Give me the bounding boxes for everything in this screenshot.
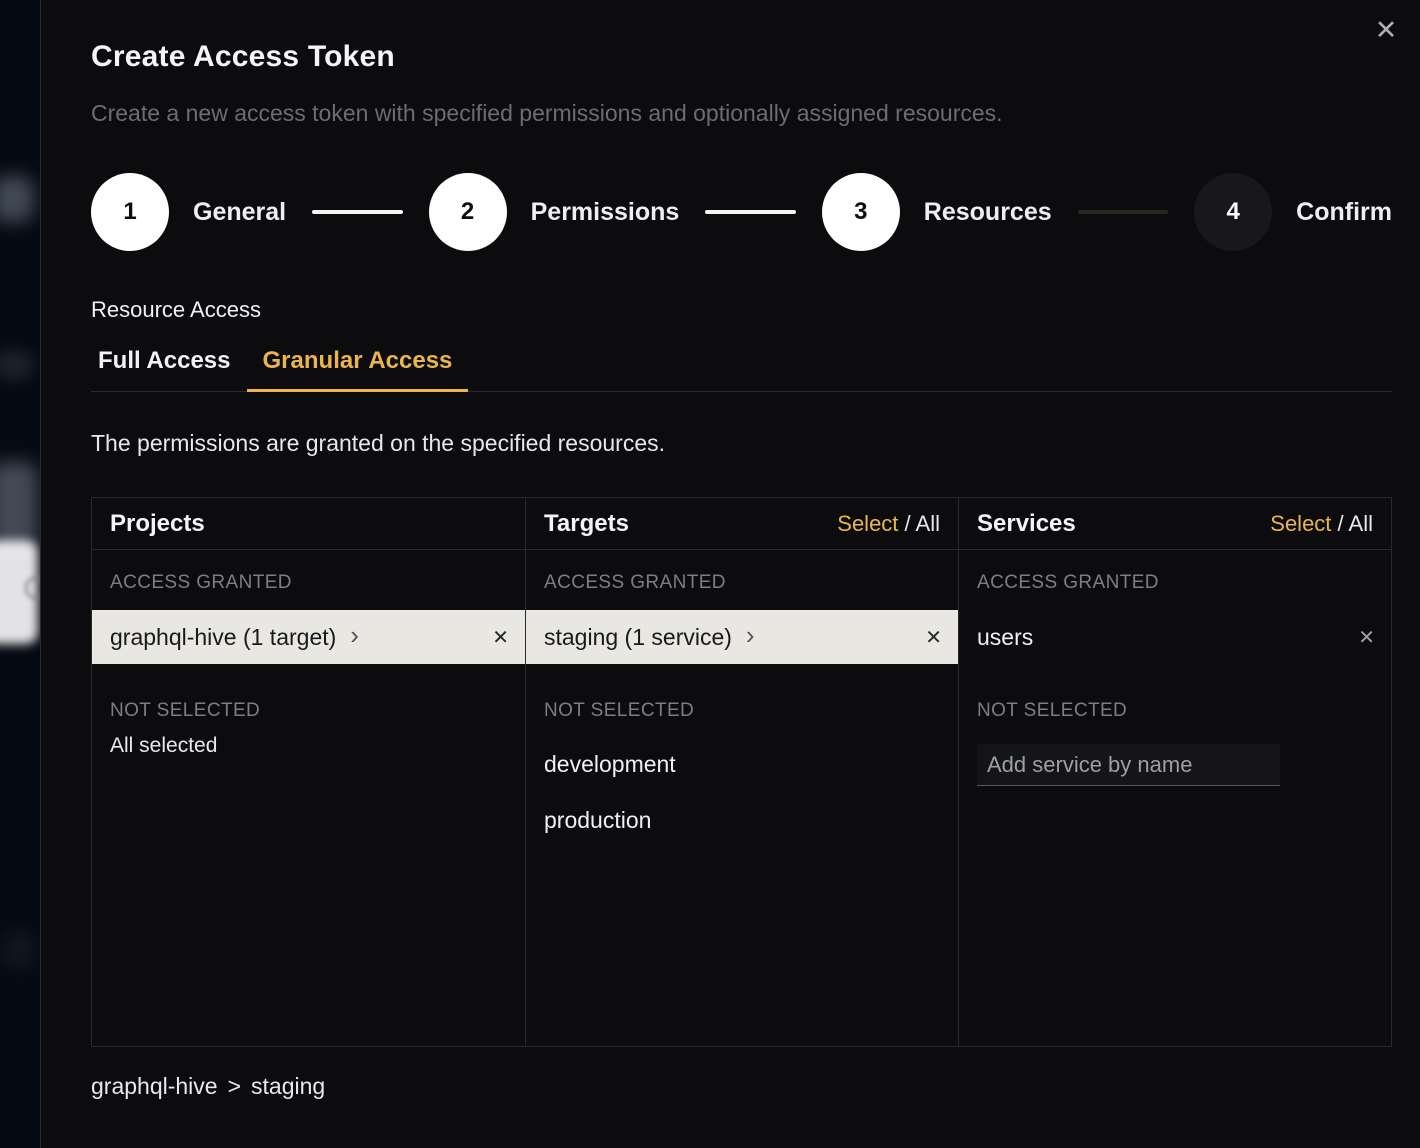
- resource-access-heading: Resource Access: [91, 297, 1392, 323]
- remove-project-icon[interactable]: ✕: [492, 625, 509, 650]
- wizard-stepper: 1 General 2 Permissions 3 Resources 4 Co…: [91, 173, 1392, 251]
- targets-unselected-list: development production: [526, 736, 958, 848]
- services-column-body: ACCESS GRANTED users ✕ NOT SELECTED: [959, 550, 1391, 786]
- background-blur-shape: [2, 930, 36, 970]
- close-icon[interactable]: ✕: [1368, 12, 1404, 48]
- background-blur-shape: [0, 176, 34, 222]
- targets-select-link[interactable]: Select: [837, 511, 898, 536]
- step-resources[interactable]: 3 Resources: [822, 173, 1052, 251]
- step-general[interactable]: 1 General: [91, 173, 286, 251]
- background-blur-shape: [0, 462, 38, 548]
- select-all-separator: /: [1331, 511, 1348, 536]
- step-connector: [1078, 210, 1169, 214]
- services-header-label: Services: [977, 510, 1076, 538]
- access-granted-label: ACCESS GRANTED: [959, 572, 1391, 594]
- targets-column-body: ACCESS GRANTED staging (1 service) › ✕ N…: [526, 550, 958, 848]
- target-item-development[interactable]: development: [526, 736, 958, 792]
- breadcrumb-target: staging: [251, 1073, 325, 1100]
- project-row-graphql-hive[interactable]: graphql-hive (1 target) › ✕: [92, 610, 525, 664]
- resource-selection-table: Projects ACCESS GRANTED graphql-hive (1 …: [91, 497, 1392, 1047]
- granular-access-description: The permissions are granted on the speci…: [91, 430, 1392, 457]
- access-granted-label: ACCESS GRANTED: [92, 572, 525, 594]
- projects-header-label: Projects: [110, 510, 205, 538]
- chevron-right-icon: ›: [746, 622, 755, 648]
- dialog-subtitle: Create a new access token with specified…: [91, 100, 1392, 127]
- targets-header-label: Targets: [544, 510, 629, 538]
- step-connector: [312, 210, 403, 214]
- targets-column-header: Targets Select / All: [526, 498, 958, 550]
- target-row-staging[interactable]: staging (1 service) › ✕: [526, 610, 958, 664]
- create-access-token-dialog: ✕ Create Access Token Create a new acces…: [40, 0, 1420, 1148]
- step-number-circle: 2: [429, 173, 507, 251]
- tab-full-access[interactable]: Full Access: [91, 347, 247, 391]
- services-column: Services Select / All ACCESS GRANTED use…: [958, 498, 1391, 1046]
- background-blur-shape: [24, 576, 41, 600]
- chevron-right-icon: ›: [350, 622, 359, 648]
- step-connector: [705, 210, 796, 214]
- targets-column: Targets Select / All ACCESS GRANTED stag…: [525, 498, 958, 1046]
- targets-select-all: Select / All: [837, 511, 940, 537]
- background-blur-shape: [0, 350, 34, 380]
- services-all-link[interactable]: All: [1349, 511, 1373, 536]
- services-select-all: Select / All: [1270, 511, 1373, 537]
- projects-column: Projects ACCESS GRANTED graphql-hive (1 …: [92, 498, 525, 1046]
- all-selected-note: All selected: [92, 734, 525, 758]
- select-all-separator: /: [898, 511, 915, 536]
- step-confirm[interactable]: 4 Confirm: [1194, 173, 1392, 251]
- breadcrumb-project: graphql-hive: [91, 1073, 218, 1100]
- selection-breadcrumb: graphql-hive > staging: [91, 1073, 1392, 1100]
- background-page-blurred: [0, 0, 41, 1148]
- projects-column-body: ACCESS GRANTED graphql-hive (1 target) ›…: [92, 550, 525, 758]
- step-number-circle: 3: [822, 173, 900, 251]
- service-row-label: users: [977, 624, 1033, 651]
- not-selected-label: NOT SELECTED: [526, 700, 958, 722]
- service-row-users[interactable]: users ✕: [959, 610, 1391, 664]
- remove-target-icon[interactable]: ✕: [925, 625, 942, 650]
- services-select-link[interactable]: Select: [1270, 511, 1331, 536]
- project-row-label: graphql-hive (1 target): [110, 624, 336, 651]
- breadcrumb-separator: >: [228, 1073, 241, 1100]
- tab-granular-access[interactable]: Granular Access: [247, 347, 469, 391]
- target-item-production[interactable]: production: [526, 792, 958, 848]
- step-label: Resources: [924, 198, 1052, 227]
- remove-service-icon[interactable]: ✕: [1358, 625, 1375, 650]
- projects-column-header: Projects: [92, 498, 525, 550]
- access-mode-tabs: Full Access Granular Access: [91, 347, 1392, 392]
- step-label: General: [193, 198, 286, 227]
- targets-all-link[interactable]: All: [916, 511, 940, 536]
- step-label: Confirm: [1296, 198, 1392, 227]
- step-permissions[interactable]: 2 Permissions: [429, 173, 680, 251]
- step-number-circle: 1: [91, 173, 169, 251]
- not-selected-label: NOT SELECTED: [959, 700, 1391, 722]
- dialog-title: Create Access Token: [91, 40, 1392, 74]
- not-selected-label: NOT SELECTED: [92, 700, 525, 722]
- add-service-input[interactable]: [977, 744, 1280, 786]
- services-column-header: Services Select / All: [959, 498, 1391, 550]
- target-row-label: staging (1 service): [544, 624, 732, 651]
- access-granted-label: ACCESS GRANTED: [526, 572, 958, 594]
- step-label: Permissions: [531, 198, 680, 227]
- step-number-circle: 4: [1194, 173, 1272, 251]
